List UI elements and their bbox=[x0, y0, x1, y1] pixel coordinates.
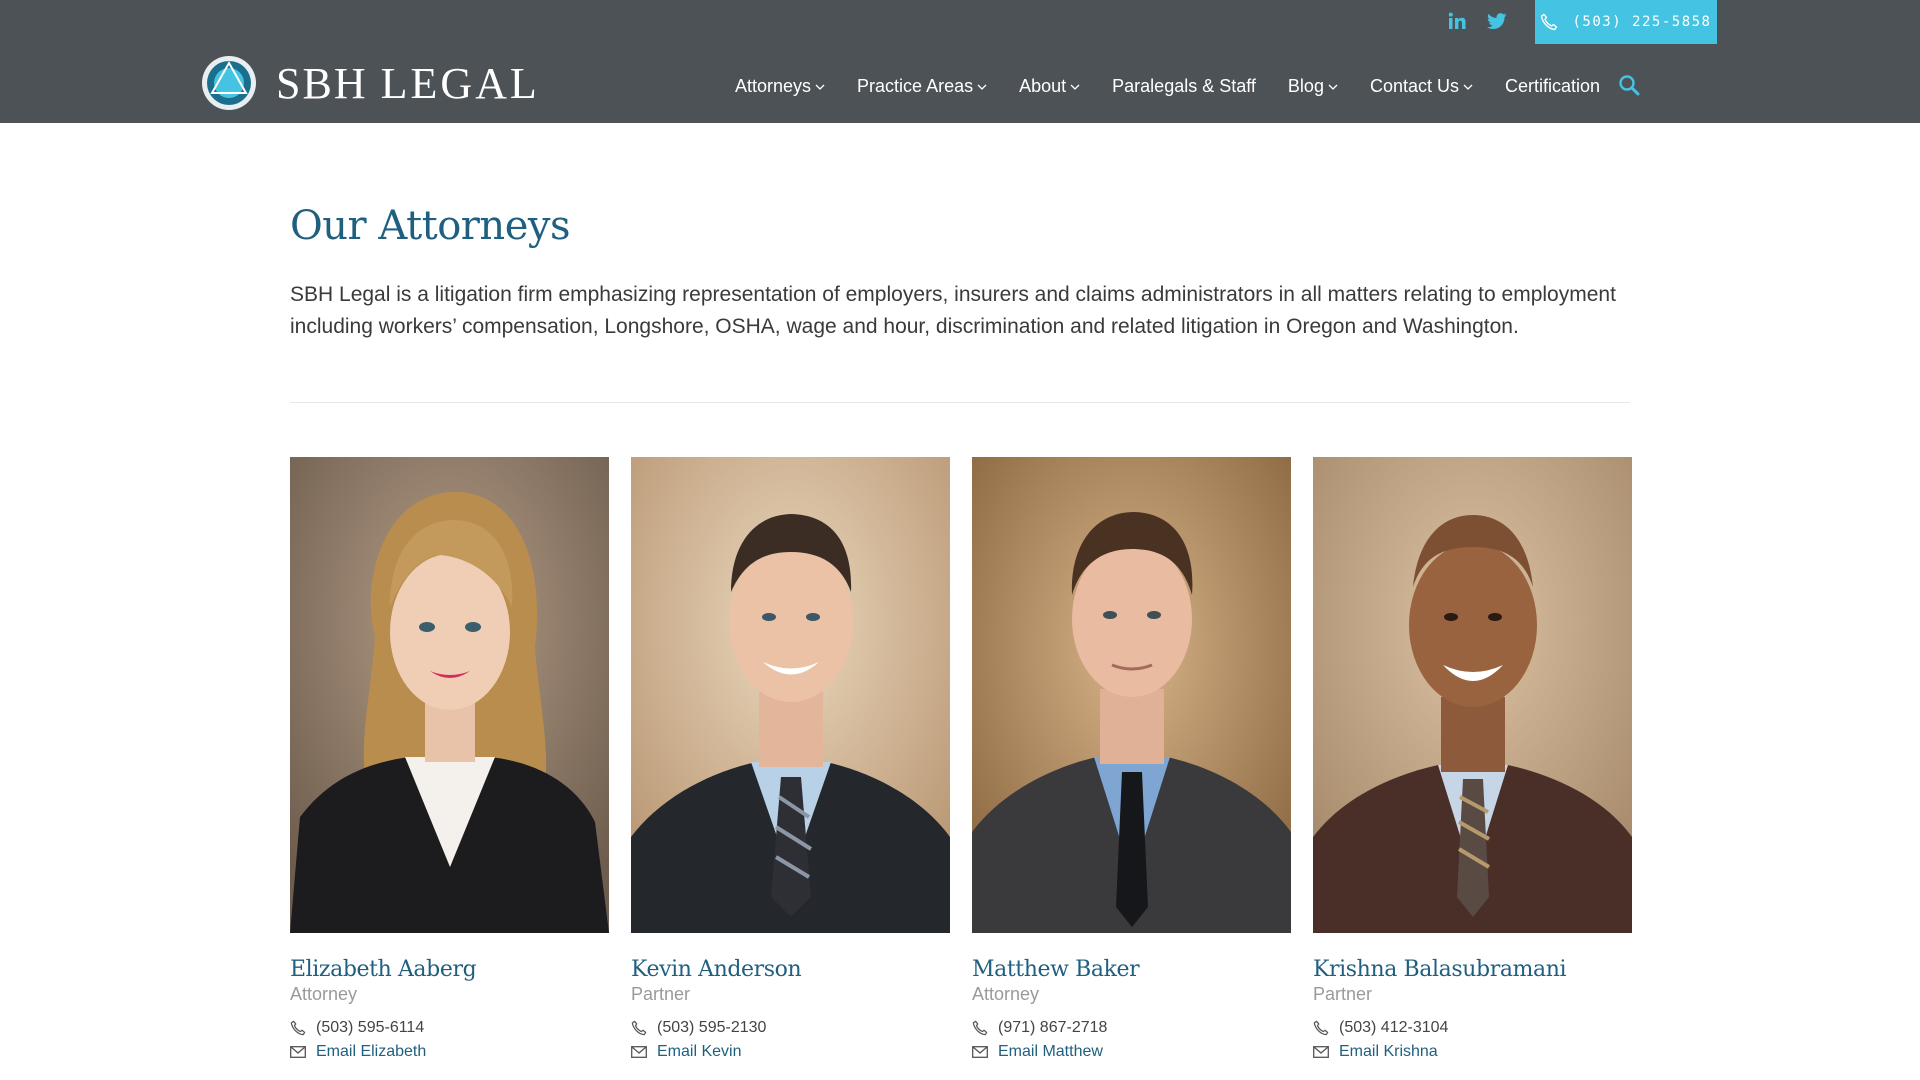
attorney-name[interactable]: Krishna Balasubramani bbox=[1313, 957, 1632, 982]
attorney-photo[interactable] bbox=[631, 457, 950, 933]
attorney-name[interactable]: Matthew Baker bbox=[972, 957, 1291, 982]
main-nav: Attorneys Practice Areas About Paralegal… bbox=[735, 74, 1640, 97]
logo-icon bbox=[202, 56, 256, 110]
email-link[interactable]: Email Elizabeth bbox=[290, 1043, 609, 1061]
phone-text: (503) 595-6114 bbox=[316, 1019, 425, 1036]
email-link[interactable]: Email Kevin bbox=[631, 1043, 950, 1061]
logo-suffix: LEGAL bbox=[380, 58, 540, 108]
social-links bbox=[1446, 10, 1526, 32]
phone-icon bbox=[972, 1020, 988, 1036]
email-label: Email Kevin bbox=[657, 1043, 742, 1060]
attorney-name[interactable]: Kevin Anderson bbox=[631, 957, 950, 982]
attorney-role: Attorney bbox=[972, 984, 1040, 1004]
email-link[interactable]: Email Krishna bbox=[1313, 1043, 1632, 1061]
nav-label: Attorneys bbox=[735, 76, 812, 96]
attorney-role: Partner bbox=[1313, 984, 1373, 1004]
attorney-photo[interactable] bbox=[972, 457, 1291, 933]
attorney-phone[interactable]: (503) 595-6114 bbox=[290, 1019, 609, 1037]
nav-label: About bbox=[1019, 76, 1067, 96]
envelope-icon bbox=[631, 1046, 647, 1058]
attorney-phone[interactable]: (503) 412-3104 bbox=[1313, 1019, 1632, 1037]
chevron-down-icon bbox=[1328, 84, 1338, 90]
divider bbox=[290, 402, 1630, 403]
logo-text: SBH LEGAL bbox=[276, 58, 540, 109]
email-link[interactable]: Email Matthew bbox=[972, 1043, 1291, 1061]
attorney-phone[interactable]: (971) 867-2718 bbox=[972, 1019, 1291, 1037]
envelope-icon bbox=[1313, 1046, 1329, 1058]
attorney-photo[interactable] bbox=[1313, 457, 1632, 933]
chevron-down-icon bbox=[815, 84, 825, 90]
intro-text: SBH Legal is a litigation firm emphasizi… bbox=[290, 283, 1616, 338]
nav-item-practice-areas[interactable]: Practice Areas bbox=[857, 76, 987, 97]
nav-item-attorneys[interactable]: Attorneys bbox=[735, 76, 825, 97]
attorney-card: Kevin Anderson Partner (503) 595-2130 Em… bbox=[631, 457, 950, 1061]
phone-number: (503) 225-5858 bbox=[1572, 14, 1712, 30]
logo[interactable]: SBH LEGAL bbox=[200, 54, 540, 112]
attorney-photo[interactable] bbox=[290, 457, 609, 933]
attorney-card: Matthew Baker Attorney (971) 867-2718 Em… bbox=[972, 457, 1291, 1061]
chevron-down-icon bbox=[1463, 84, 1473, 90]
logo-brand: SBH bbox=[276, 58, 368, 108]
phone-text: (503) 412-3104 bbox=[1339, 1019, 1449, 1036]
nav-label: Certification bbox=[1505, 76, 1601, 96]
email-label: Email Elizabeth bbox=[316, 1043, 427, 1060]
attorney-phone[interactable]: (503) 595-2130 bbox=[631, 1019, 950, 1037]
chevron-down-icon bbox=[977, 84, 987, 90]
attorney-role: Partner bbox=[631, 984, 691, 1004]
email-label: Email Matthew bbox=[998, 1043, 1103, 1060]
attorney-name[interactable]: Elizabeth Aaberg bbox=[290, 957, 609, 982]
twitter-icon[interactable] bbox=[1486, 10, 1508, 32]
site-header: SBH LEGAL (503) 225-5858 Attorneys Pract… bbox=[0, 0, 1920, 123]
envelope-icon bbox=[290, 1046, 306, 1058]
page-title: Our Attorneys bbox=[290, 203, 570, 249]
nav-item-about[interactable]: About bbox=[1019, 76, 1080, 97]
nav-item-blog[interactable]: Blog bbox=[1288, 76, 1338, 97]
nav-label: Blog bbox=[1287, 76, 1324, 96]
phone-text: (503) 595-2130 bbox=[657, 1019, 767, 1036]
phone-icon bbox=[631, 1020, 647, 1036]
nav-item-contact-us[interactable]: Contact Us bbox=[1370, 76, 1473, 97]
phone-text: (971) 867-2718 bbox=[998, 1019, 1108, 1036]
phone-icon bbox=[1541, 13, 1558, 31]
nav-item-paralegals-staff[interactable]: Paralegals & Staff bbox=[1112, 76, 1256, 97]
attorney-card: Krishna Balasubramani Partner (503) 412-… bbox=[1313, 457, 1632, 1061]
search-icon[interactable] bbox=[1618, 74, 1640, 96]
phone-icon bbox=[1313, 1020, 1329, 1036]
nav-item-certification[interactable]: Certification bbox=[1505, 76, 1600, 97]
nav-label: Practice Areas bbox=[857, 76, 974, 96]
phone-icon bbox=[290, 1020, 306, 1036]
email-label: Email Krishna bbox=[1339, 1043, 1438, 1060]
envelope-icon bbox=[972, 1046, 988, 1058]
chevron-down-icon bbox=[1070, 84, 1080, 90]
linkedin-icon[interactable] bbox=[1446, 10, 1468, 32]
attorney-card: Elizabeth Aaberg Attorney (503) 595-6114… bbox=[290, 457, 609, 1061]
nav-label: Paralegals & Staff bbox=[1112, 76, 1256, 96]
phone-button[interactable]: (503) 225-5858 bbox=[1535, 0, 1717, 44]
attorney-role: Attorney bbox=[290, 984, 358, 1004]
attorney-grid: Elizabeth Aaberg Attorney (503) 595-6114… bbox=[290, 457, 1632, 1061]
nav-label: Contact Us bbox=[1369, 76, 1459, 96]
